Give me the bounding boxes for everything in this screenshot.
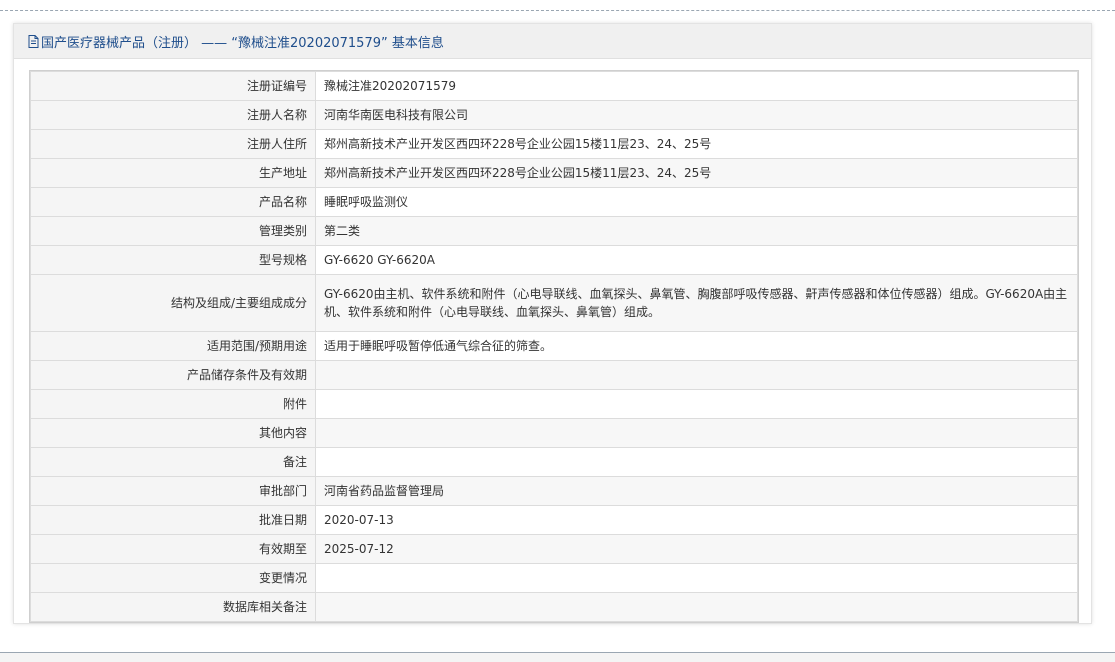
- table-row: 附件: [30, 389, 1078, 419]
- row-label: 有效期至: [30, 534, 316, 564]
- table-row: 注册人住所 郑州高新技术产业开发区西四环228号企业公园15楼11层23、24、…: [30, 129, 1078, 159]
- table-row: 有效期至 2025-07-12: [30, 534, 1078, 564]
- table-row: 型号规格 GY-6620 GY-6620A: [30, 245, 1078, 275]
- table-row: 批准日期 2020-07-13: [30, 505, 1078, 535]
- row-value: 郑州高新技术产业开发区西四环228号企业公园15楼11层23、24、25号: [315, 129, 1078, 159]
- row-value: 2025-07-12: [315, 534, 1078, 564]
- table-row: 适用范围/预期用途 适用于睡眠呼吸暂停低通气综合征的筛查。: [30, 331, 1078, 361]
- row-label: 适用范围/预期用途: [30, 331, 316, 361]
- row-value: [315, 418, 1078, 448]
- table-row: 备注: [30, 447, 1078, 477]
- row-label: 其他内容: [30, 418, 316, 448]
- row-label: 附件: [30, 389, 316, 419]
- row-label: 结构及组成/主要组成成分: [30, 274, 316, 332]
- row-value: 河南省药品监督管理局: [315, 476, 1078, 506]
- table-row: 变更情况: [30, 563, 1078, 593]
- row-value: 睡眠呼吸监测仪: [315, 187, 1078, 217]
- row-label: 批准日期: [30, 505, 316, 535]
- row-label: 注册证编号: [30, 71, 316, 101]
- row-value: 河南华南医电科技有限公司: [315, 100, 1078, 130]
- row-value: 郑州高新技术产业开发区西四环228号企业公园15楼11层23、24、25号: [315, 158, 1078, 188]
- row-value: [315, 447, 1078, 477]
- row-value: [315, 389, 1078, 419]
- row-label: 生产地址: [30, 158, 316, 188]
- row-label: 产品储存条件及有效期: [30, 360, 316, 390]
- row-value: [315, 563, 1078, 593]
- table-row: 注册人名称 河南华南医电科技有限公司: [30, 100, 1078, 130]
- table-row: 产品名称 睡眠呼吸监测仪: [30, 187, 1078, 217]
- row-label: 产品名称: [30, 187, 316, 217]
- panel-header: 国产医疗器械产品（注册） —— “豫械注准20202071579” 基本信息: [14, 24, 1091, 59]
- detail-table-wrapper: 注册证编号 豫械注准20202071579 注册人名称 河南华南医电科技有限公司…: [29, 70, 1079, 623]
- row-label: 管理类别: [30, 216, 316, 246]
- row-label: 注册人住所: [30, 129, 316, 159]
- table-row: 产品储存条件及有效期: [30, 360, 1078, 390]
- table-row: 注册证编号 豫械注准20202071579: [30, 71, 1078, 101]
- table-row: 数据库相关备注: [30, 592, 1078, 622]
- row-value: GY-6620 GY-6620A: [315, 245, 1078, 275]
- table-row: 管理类别 第二类: [30, 216, 1078, 246]
- row-value: 第二类: [315, 216, 1078, 246]
- panel-title: 国产医疗器械产品（注册） —— “豫械注准20202071579” 基本信息: [41, 35, 444, 51]
- info-panel: 国产医疗器械产品（注册） —— “豫械注准20202071579” 基本信息 注…: [13, 23, 1092, 624]
- table-row: 生产地址 郑州高新技术产业开发区西四环228号企业公园15楼11层23、24、2…: [30, 158, 1078, 188]
- table-row: 结构及组成/主要组成成分 GY-6620由主机、软件系统和附件（心电导联线、血氧…: [30, 274, 1078, 332]
- row-label: 注册人名称: [30, 100, 316, 130]
- row-value: GY-6620由主机、软件系统和附件（心电导联线、血氧探头、鼻氧管、胸腹部呼吸传…: [315, 274, 1078, 332]
- table-row: 其他内容: [30, 418, 1078, 448]
- row-value: 2020-07-13: [315, 505, 1078, 535]
- row-label: 变更情况: [30, 563, 316, 593]
- document-icon: [28, 34, 39, 48]
- detail-table: 注册证编号 豫械注准20202071579 注册人名称 河南华南医电科技有限公司…: [30, 71, 1078, 622]
- row-label: 数据库相关备注: [30, 592, 316, 622]
- top-divider: [0, 0, 1115, 11]
- row-label: 型号规格: [30, 245, 316, 275]
- row-label: 备注: [30, 447, 316, 477]
- row-value: 适用于睡眠呼吸暂停低通气综合征的筛查。: [315, 331, 1078, 361]
- row-label: 审批部门: [30, 476, 316, 506]
- table-row: 审批部门 河南省药品监督管理局: [30, 476, 1078, 506]
- row-value: [315, 360, 1078, 390]
- row-value: 豫械注准20202071579: [315, 71, 1078, 101]
- row-value: [315, 592, 1078, 622]
